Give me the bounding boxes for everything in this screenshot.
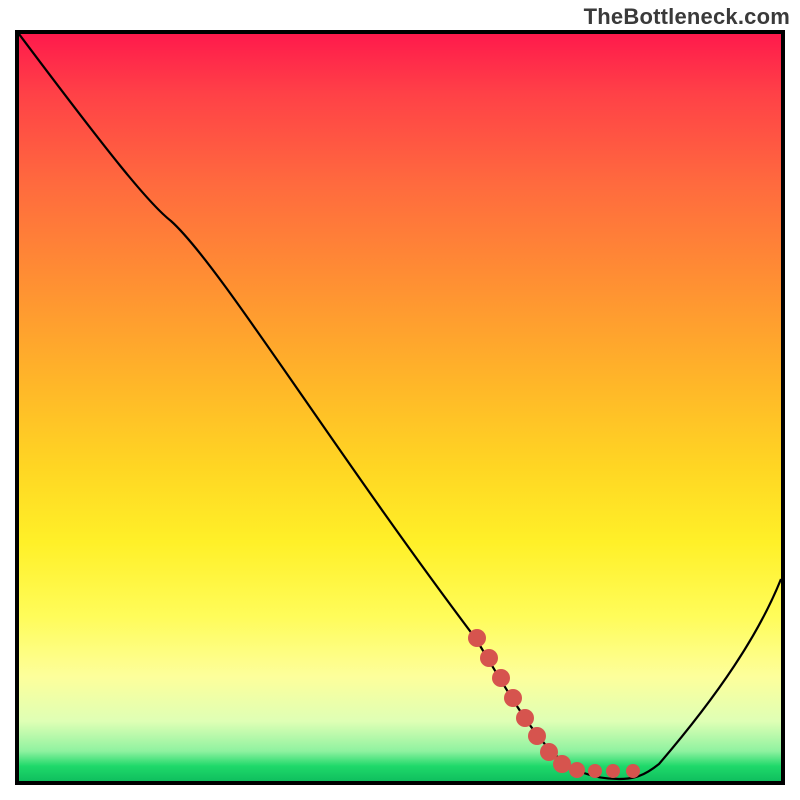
attribution-label: TheBottleneck.com [584,4,790,30]
marker-dot [516,709,534,727]
bottleneck-curve [19,34,781,779]
marker-dot [528,727,546,745]
marker-dot [626,764,640,778]
marker-dot [504,689,522,707]
marker-dot [468,629,486,647]
chart-overlay [19,34,781,781]
marker-dot [480,649,498,667]
marker-dot [606,764,620,778]
marker-dot [492,669,510,687]
marker-group [468,629,640,778]
marker-dot [553,755,571,773]
plot-area [15,30,785,785]
marker-dot [569,762,585,778]
marker-dot [588,764,602,778]
chart-frame: TheBottleneck.com [0,0,800,800]
